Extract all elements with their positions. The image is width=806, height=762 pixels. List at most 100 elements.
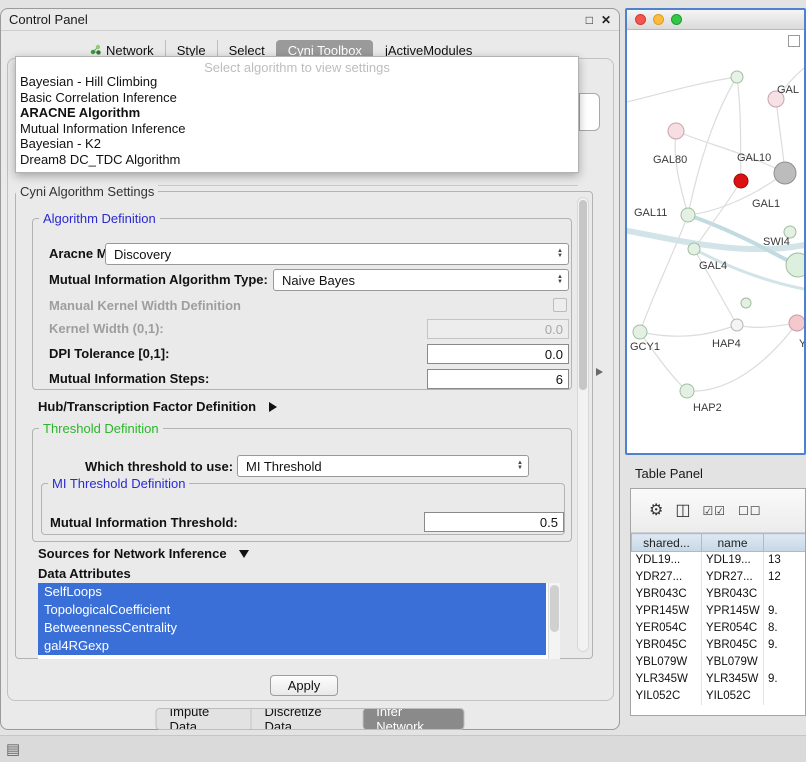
dpi-tolerance-field[interactable]: [427, 344, 569, 364]
network-edge[interactable]: [640, 325, 737, 336]
network-edge[interactable]: [687, 323, 797, 391]
mi-steps-label: Mutual Information Steps:: [49, 371, 209, 386]
sources-title: Sources for Network Inference: [38, 546, 227, 561]
table-row[interactable]: YLR345WYLR345W9.: [632, 671, 806, 688]
select-all-checks-icon[interactable]: ☑☑: [702, 505, 726, 517]
collapse-down-icon[interactable]: [239, 550, 249, 558]
manual-kernel-checkbox[interactable]: [553, 298, 567, 312]
table-cell: YBL079W: [702, 654, 764, 671]
bottom-tab-impute-data[interactable]: Impute Data: [157, 709, 251, 729]
network-node[interactable]: [633, 325, 647, 339]
table-row[interactable]: YPR145WYPR145W9.: [632, 603, 806, 620]
network-node[interactable]: [774, 162, 796, 184]
minimize-traffic-light[interactable]: [653, 14, 664, 25]
deselect-all-checks-icon[interactable]: ☐☐: [738, 505, 762, 517]
table-row[interactable]: YIL052CYIL052C: [632, 688, 806, 705]
algorithm-popup-list: Bayesian - Hill ClimbingBasic Correlatio…: [16, 74, 578, 167]
control-panel-titlebar: Control Panel □ ✕: [1, 9, 619, 31]
network-node[interactable]: [731, 71, 743, 83]
algorithm-combo-fragment[interactable]: [579, 93, 600, 131]
attributes-scrollbar[interactable]: [548, 583, 560, 659]
mi-algorithm-type-select[interactable]: Naive Bayes ▲ ▼: [273, 269, 569, 291]
bottom-tab-infer-network[interactable]: Infer Network: [362, 709, 463, 729]
network-node[interactable]: [688, 243, 700, 255]
attribute-list-item[interactable]: TopologicalCoefficient: [38, 601, 546, 619]
mi-steps-field[interactable]: [427, 369, 569, 389]
table-row[interactable]: YDR27...YDR27...12: [632, 569, 806, 586]
network-canvas[interactable]: GALGAL80GAL10GAL1GAL11SWI4GAL4GCY1HAP4HA…: [627, 32, 804, 455]
network-node[interactable]: [734, 174, 748, 188]
network-node[interactable]: [731, 319, 743, 331]
network-edge[interactable]: [694, 181, 741, 249]
algorithm-option[interactable]: Bayesian - K2: [16, 136, 578, 152]
attribute-list-item[interactable]: BetweennessCentrality: [38, 619, 546, 637]
algorithm-option[interactable]: Mutual Information Inference: [16, 121, 578, 137]
network-edge[interactable]: [737, 77, 741, 181]
table-row[interactable]: YER054CYER054C8.: [632, 620, 806, 637]
table-cell: [764, 654, 806, 671]
table-cell: YBR045C: [702, 637, 764, 654]
desktop: Control Panel □ ✕ NetworkStyleSelectCyni…: [0, 0, 806, 762]
network-node[interactable]: [680, 384, 694, 398]
kernel-width-field[interactable]: [427, 319, 569, 339]
table-row[interactable]: YBR043CYBR043C: [632, 586, 806, 603]
algorithm-option[interactable]: Basic Correlation Inference: [16, 90, 578, 106]
aracne-mode-select[interactable]: Discovery ▲ ▼: [105, 243, 569, 265]
apply-button[interactable]: Apply: [270, 675, 338, 696]
table-cell: YLR345W: [632, 671, 702, 688]
network-node[interactable]: [681, 208, 695, 222]
splitter-arrow-icon[interactable]: [596, 368, 603, 376]
scrollbar-thumb[interactable]: [579, 200, 587, 390]
combo-down-icon: ▼: [557, 254, 563, 259]
network-edge[interactable]: [737, 323, 797, 327]
close-traffic-light[interactable]: [635, 14, 646, 25]
network-view-window: GALGAL80GAL10GAL1GAL11SWI4GAL4GCY1HAP4HA…: [625, 8, 806, 455]
expand-right-icon[interactable]: [269, 402, 277, 412]
network-edge[interactable]: [675, 131, 688, 215]
network-edge[interactable]: [688, 77, 737, 215]
table-cell: YBL079W: [632, 654, 702, 671]
control-panel-window: Control Panel □ ✕ NetworkStyleSelectCyni…: [0, 8, 620, 730]
columns-icon[interactable]: ◫: [675, 503, 690, 519]
table-cell: YDL19...: [632, 552, 702, 569]
attribute-list-item[interactable]: gal4RGexp: [38, 637, 546, 655]
settings-group-title: Cyni Algorithm Settings: [16, 184, 158, 199]
table-row[interactable]: YBR045CYBR045C9.: [632, 637, 806, 654]
column-header[interactable]: name: [702, 534, 764, 552]
network-node[interactable]: [786, 253, 804, 277]
table-cell: YIL052C: [702, 688, 764, 705]
mi-threshold-field[interactable]: [424, 512, 564, 532]
bottom-tab-discretize-data[interactable]: Discretize Data: [251, 709, 363, 729]
table-cell: YDR27...: [632, 569, 702, 586]
zoom-traffic-light[interactable]: [671, 14, 682, 25]
settings-scrollbar[interactable]: [577, 197, 589, 652]
which-threshold-value: MI Threshold: [246, 459, 322, 474]
data-attributes-list: SelfLoopsTopologicalCoefficientBetweenne…: [38, 583, 560, 659]
hub-definition-section[interactable]: Hub/Transcription Factor Definition: [38, 398, 277, 416]
gear-icon[interactable]: ⚙: [649, 503, 663, 519]
table-row[interactable]: YDL19...YDL19...13: [632, 552, 806, 569]
attribute-list-item[interactable]: SelfLoops: [38, 583, 546, 601]
table-cell: YPR145W: [702, 603, 764, 620]
network-edge[interactable]: [627, 77, 737, 102]
table-cell: YBR043C: [702, 586, 764, 603]
network-node[interactable]: [789, 315, 804, 331]
panel-toggle-icon[interactable]: ▤: [6, 740, 20, 758]
column-header[interactable]: shared...: [632, 534, 702, 552]
column-header[interactable]: [764, 534, 806, 552]
algorithm-option[interactable]: ARACNE Algorithm: [16, 105, 578, 121]
close-icon[interactable]: ✕: [601, 14, 611, 26]
network-node[interactable]: [741, 298, 751, 308]
footer-strip: [0, 735, 806, 762]
table-header-row: shared...name: [632, 534, 806, 552]
table-row[interactable]: YBL079WYBL079W: [632, 654, 806, 671]
float-window-icon[interactable]: □: [586, 14, 593, 26]
cyni-algorithm-settings-group: Cyni Algorithm Settings Algorithm Defini…: [15, 191, 593, 659]
scrollbar-thumb[interactable]: [550, 585, 559, 632]
sources-section-header[interactable]: Sources for Network Inference: [38, 545, 249, 563]
which-threshold-select[interactable]: MI Threshold ▲ ▼: [237, 455, 529, 477]
network-node[interactable]: [668, 123, 684, 139]
algorithm-option[interactable]: Bayesian - Hill Climbing: [16, 74, 578, 90]
algorithm-option[interactable]: Dream8 DC_TDC Algorithm: [16, 152, 578, 168]
combo-arrows-icon: ▲ ▼: [557, 249, 563, 259]
